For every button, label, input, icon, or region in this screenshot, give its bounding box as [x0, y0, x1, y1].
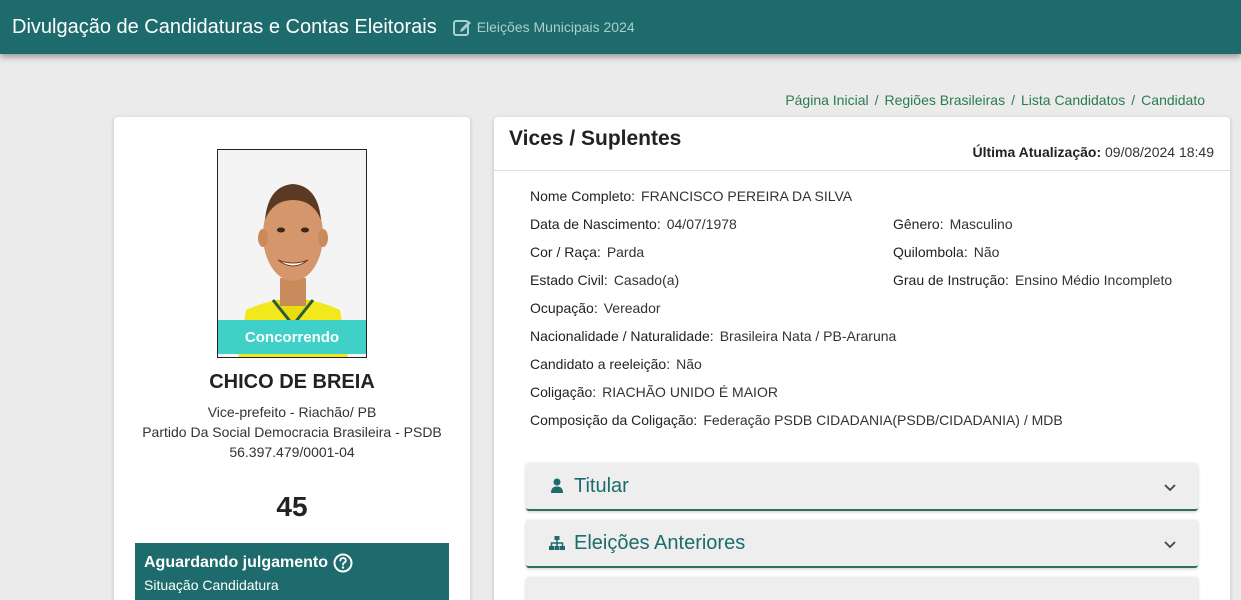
candidacy-status: Aguardando julgamento Situação Candidatu… [135, 543, 449, 600]
breadcrumb-separator: / [874, 92, 879, 108]
field-value: FRANCISCO PEREIRA DA SILVA [641, 188, 853, 204]
top-bar: Divulgação de Candidaturas e Contas Elei… [0, 0, 1241, 54]
last-update-value: 09/08/2024 18:49 [1105, 144, 1214, 160]
accordion-next[interactable] [526, 577, 1198, 600]
candidate-details: Vice-prefeito - Riachão/ PB Partido Da S… [134, 402, 450, 462]
field-birth-date: Data de Nascimento: 04/07/1978 [530, 216, 737, 232]
field-value: Não [676, 356, 702, 372]
breadcrumb-candidate-list[interactable]: Lista Candidatos [1021, 92, 1125, 108]
field-label: Coligação: [530, 384, 597, 400]
candidate-number: 45 [276, 491, 308, 522]
field-value: Federação PSDB CIDADANIA(PSDB/CIDADANIA)… [703, 412, 1063, 428]
accordion-titular-label: Titular [574, 474, 629, 497]
last-update-label: Última Atualização: [972, 144, 1102, 160]
field-value: Parda [606, 244, 645, 260]
sitemap-icon [548, 534, 566, 552]
field-label: Quilombola: [893, 244, 968, 260]
field-value: 04/07/1978 [666, 216, 737, 232]
help-circle-icon[interactable] [333, 553, 353, 573]
candidate-photo: Concorrendo [217, 149, 367, 358]
field-value: Ensino Médio Incompleto [1014, 272, 1173, 288]
last-update: Última Atualização: 09/08/2024 18:49 [972, 144, 1214, 160]
chevron-down-icon [1162, 536, 1178, 552]
breadcrumb-candidate[interactable]: Candidato [1141, 92, 1205, 108]
field-label: Grau de Instrução: [893, 272, 1009, 288]
candidate-role: Vice-prefeito - Riachão/ PB [207, 404, 377, 420]
field-label: Estado Civil: [530, 272, 608, 288]
vices-title: Vices / Suplentes [509, 127, 682, 150]
breadcrumb: Página Inicial / Regiões Brasileiras / L… [785, 92, 1205, 108]
field-reelection: Candidato a reeleição: Não [530, 356, 702, 372]
field-education: Grau de Instrução: Ensino Médio Incomplet… [893, 272, 1172, 288]
field-label: Cor / Raça: [530, 244, 601, 260]
field-occupation: Ocupação: Vereador [530, 300, 661, 316]
breadcrumb-separator: / [1131, 92, 1136, 108]
field-label: Candidato a reeleição: [530, 356, 671, 372]
field-label: Data de Nascimento: [530, 216, 661, 232]
accordion-previous-elections[interactable]: Eleições Anteriores [526, 520, 1198, 568]
election-subtitle: Eleições Municipais 2024 [476, 19, 635, 35]
status-badge: Concorrendo [218, 320, 366, 354]
candidate-name: CHICO DE BREIA [209, 371, 375, 393]
field-coalition-composition: Composição da Coligação: Federação PSDB C… [530, 412, 1063, 428]
field-label: Gênero: [893, 216, 944, 232]
field-nationality: Nacionalidade / Naturalidade: Brasileira … [530, 328, 896, 344]
field-label: Ocupação: [530, 300, 598, 316]
status-title: Aguardando julgamento [144, 553, 440, 573]
field-label: Nome Completo: [530, 188, 636, 204]
edit-icon [452, 17, 473, 37]
chevron-down-icon [1162, 479, 1178, 495]
field-value: Vereador [603, 300, 661, 316]
field-quilombola: Quilombola: Não [893, 244, 999, 260]
breadcrumb-separator: / [1011, 92, 1015, 108]
field-label: Nacionalidade / Naturalidade: [530, 328, 714, 344]
status-title-text: Aguardando julgamento [144, 554, 328, 571]
field-value: Não [973, 244, 1000, 260]
field-value: RIACHÃO UNIDO É MAIOR [602, 384, 778, 400]
field-value: Casado(a) [613, 272, 680, 288]
app-title: Divulgação de Candidaturas e Contas Elei… [12, 15, 437, 38]
field-gender: Gênero: Masculino [893, 216, 1013, 232]
field-marital-status: Estado Civil: Casado(a) [530, 272, 679, 288]
vices-card-header: Vices / Suplentes Última Atualização: 09… [494, 117, 1230, 171]
breadcrumb-home[interactable]: Página Inicial [785, 92, 868, 108]
accordion-titular[interactable]: Titular [526, 463, 1198, 511]
field-full-name: Nome Completo: FRANCISCO PEREIRA DA SILVA [530, 188, 852, 204]
person-icon [548, 477, 566, 495]
field-race: Cor / Raça: Parda [530, 244, 644, 260]
vices-card: Vices / Suplentes Última Atualização: 09… [494, 117, 1230, 600]
field-coalition: Coligação: RIACHÃO UNIDO É MAIOR [530, 384, 778, 400]
field-value: Brasileira Nata / PB-Araruna [719, 328, 897, 344]
field-label: Composição da Coligação: [530, 412, 698, 428]
candidate-cnpj: 56.397.479/0001-04 [229, 444, 355, 460]
accordion-previous-elections-label: Eleições Anteriores [574, 531, 746, 554]
field-value: Masculino [949, 216, 1013, 232]
status-subtitle: Situação Candidatura [144, 577, 279, 593]
candidate-card: Concorrendo CHICO DE BREIA Vice-prefeito… [114, 117, 470, 600]
candidate-party: Partido Da Social Democracia Brasileira … [142, 424, 442, 440]
breadcrumb-regions[interactable]: Regiões Brasileiras [884, 92, 1005, 108]
